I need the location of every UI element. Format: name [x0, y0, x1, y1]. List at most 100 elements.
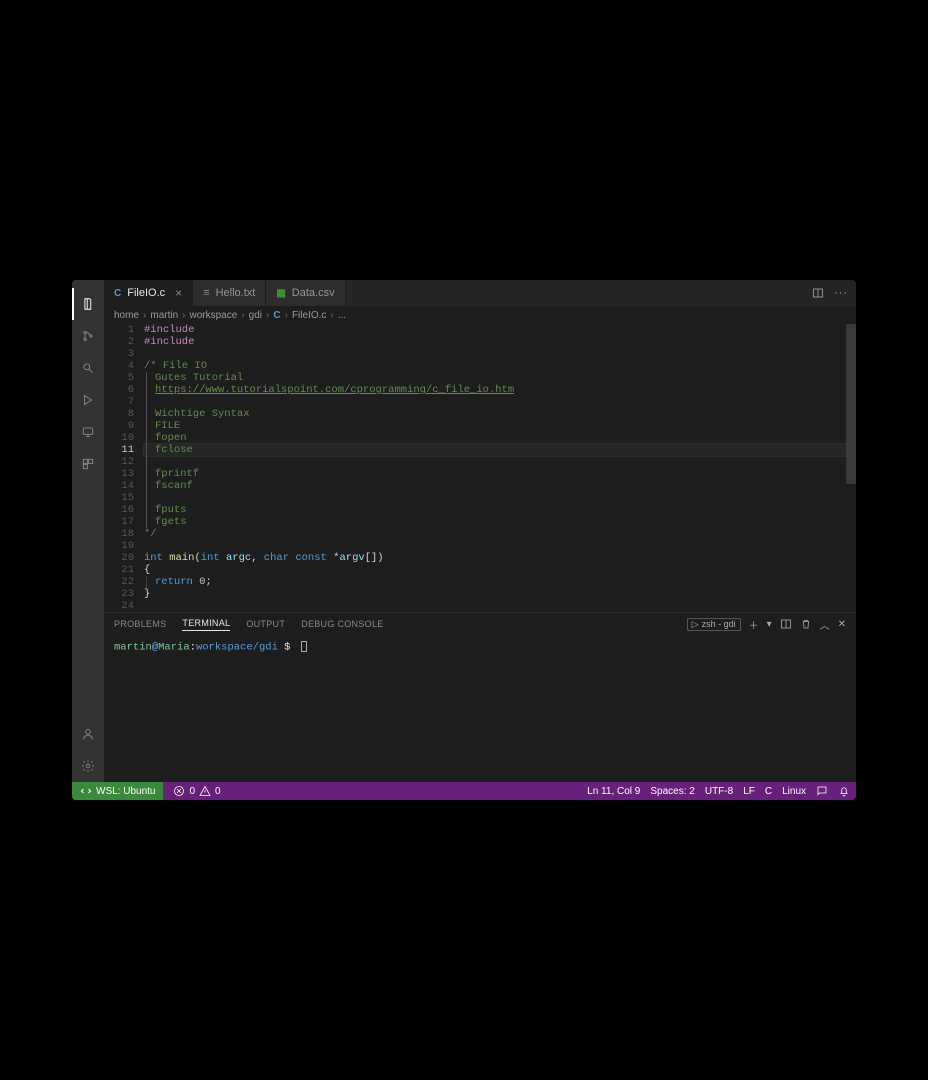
activity-bar: [72, 280, 104, 782]
close-tab-icon[interactable]: ×: [175, 286, 182, 300]
code-line[interactable]: https://www.tutorialspoint.com/cprogramm…: [144, 384, 856, 396]
tab-fileio-c[interactable]: C FileIO.c ×: [104, 280, 193, 306]
breadcrumb-separator: ›: [182, 310, 185, 321]
code-line[interactable]: return 0;: [144, 576, 856, 588]
warning-count: 0: [215, 786, 221, 797]
terminal-dropdown-icon[interactable]: ▾: [767, 619, 772, 630]
remote-explorer-icon[interactable]: [72, 416, 104, 448]
breadcrumb-separator: ›: [143, 310, 146, 321]
indent-status[interactable]: Spaces: 2: [650, 786, 694, 797]
new-terminal-icon[interactable]: ＋: [749, 617, 759, 632]
tab-label: Data.csv: [292, 287, 335, 299]
tab-hello-txt[interactable]: ≡ Hello.txt: [193, 280, 266, 306]
code-line[interactable]: fscanf: [144, 480, 856, 492]
code-line[interactable]: [144, 396, 856, 408]
breadcrumb-segment[interactable]: workspace: [190, 310, 238, 321]
terminal-body[interactable]: martin@Maria:workspace/gdi $: [104, 635, 856, 782]
terminal-cursor: [301, 641, 307, 652]
remote-label: WSL: Ubuntu: [96, 786, 155, 797]
breadcrumb-segment[interactable]: martin: [150, 310, 178, 321]
terminal-shell-select[interactable]: ▷zsh - gdi: [687, 618, 741, 631]
breadcrumb-segment[interactable]: home: [114, 310, 139, 321]
code-line[interactable]: Wichtige Syntax: [144, 408, 856, 420]
maximize-panel-icon[interactable]: ︿: [820, 617, 830, 632]
cursor-position[interactable]: Ln 11, Col 9: [587, 786, 640, 797]
eol-status[interactable]: LF: [743, 786, 755, 797]
code-line[interactable]: Gutes Tutorial: [144, 372, 856, 384]
breadcrumb-segment[interactable]: ...: [338, 310, 346, 321]
split-terminal-icon[interactable]: [780, 618, 792, 630]
main-row: C FileIO.c × ≡ Hello.txt ▦ Data.csv ··· home › m…: [72, 280, 856, 782]
code-line[interactable]: [144, 600, 856, 612]
code-line[interactable]: fgets: [144, 516, 856, 528]
problems-status[interactable]: 0 0: [173, 785, 220, 797]
code-line[interactable]: [144, 348, 856, 360]
code-line[interactable]: fopen: [144, 432, 856, 444]
settings-gear-icon[interactable]: [72, 750, 104, 782]
breadcrumb-separator: ›: [266, 310, 269, 321]
breadcrumb-segment[interactable]: FileIO.c: [292, 310, 326, 321]
code-line[interactable]: fprintf: [144, 468, 856, 480]
notifications-icon[interactable]: [838, 785, 850, 797]
file-c-icon: C: [114, 288, 121, 299]
panel-tabs: PROBLEMS TERMINAL OUTPUT DEBUG CONSOLE ▷zsh…: [104, 613, 856, 635]
tab-data-csv[interactable]: ▦ Data.csv: [266, 280, 345, 306]
extensions-icon[interactable]: [72, 448, 104, 480]
code-line[interactable]: [144, 492, 856, 504]
feedback-icon[interactable]: [816, 785, 828, 797]
remote-indicator[interactable]: WSL: Ubuntu: [72, 782, 163, 800]
run-debug-icon[interactable]: [72, 384, 104, 416]
explorer-icon[interactable]: [72, 288, 104, 320]
code-line[interactable]: [144, 540, 856, 552]
language-status[interactable]: C: [765, 786, 772, 797]
code-line[interactable]: int main(int argc, char const *argv[]): [144, 552, 856, 564]
status-bar: WSL: Ubuntu 0 0 Ln 11, Col 9 Spaces: 2 U…: [72, 782, 856, 800]
kill-terminal-icon[interactable]: [800, 618, 812, 630]
terminal-host: Maria: [158, 641, 190, 653]
bottom-panel: PROBLEMS TERMINAL OUTPUT DEBUG CONSOLE ▷zsh…: [104, 612, 856, 782]
code-line[interactable]: FILE: [144, 420, 856, 432]
code-line[interactable]: fputs: [144, 504, 856, 516]
split-editor-icon[interactable]: [812, 287, 824, 299]
code-line[interactable]: #include: [144, 336, 856, 348]
breadcrumb-separator: ›: [330, 310, 333, 321]
os-status[interactable]: Linux: [782, 786, 806, 797]
code-editor[interactable]: 123456789101112131415161718192021222324 …: [104, 324, 856, 612]
code-line[interactable]: #include: [144, 324, 856, 336]
code-line[interactable]: fclose: [144, 444, 856, 456]
breadcrumb-separator: ›: [241, 310, 244, 321]
source-control-icon[interactable]: [72, 320, 104, 352]
panel-tab-problems[interactable]: PROBLEMS: [114, 619, 166, 629]
code-line[interactable]: {: [144, 564, 856, 576]
file-csv-icon: ▦: [276, 288, 285, 299]
encoding-status[interactable]: UTF-8: [705, 786, 733, 797]
code-line[interactable]: [144, 456, 856, 468]
file-text-icon: ≡: [203, 287, 209, 299]
editor-column: C FileIO.c × ≡ Hello.txt ▦ Data.csv ··· home › m…: [104, 280, 856, 782]
file-c-icon: C: [273, 310, 280, 321]
tabs-row: C FileIO.c × ≡ Hello.txt ▦ Data.csv ···: [104, 280, 856, 306]
breadcrumb[interactable]: home›martin›workspace›gdi›C›FileIO.c›...: [104, 306, 856, 324]
more-actions-icon[interactable]: ···: [834, 287, 848, 299]
panel-tab-output[interactable]: OUTPUT: [246, 619, 285, 629]
accounts-icon[interactable]: [72, 718, 104, 750]
tab-label: FileIO.c: [127, 287, 165, 299]
panel-tab-terminal[interactable]: TERMINAL: [182, 618, 230, 631]
code-area[interactable]: #include #include /* File IOGutes Tutori…: [144, 324, 856, 612]
search-icon[interactable]: [72, 352, 104, 384]
editor-scrollbar[interactable]: [846, 324, 856, 484]
code-line[interactable]: /* File IO: [144, 360, 856, 372]
tab-label: Hello.txt: [216, 287, 256, 299]
terminal-user: martin: [114, 641, 152, 653]
terminal-path: workspace/gdi: [196, 641, 278, 653]
code-line[interactable]: */: [144, 528, 856, 540]
breadcrumb-segment[interactable]: gdi: [249, 310, 262, 321]
vscode-window: C FileIO.c × ≡ Hello.txt ▦ Data.csv ··· home › m…: [72, 280, 856, 800]
close-panel-icon[interactable]: ✕: [838, 619, 846, 630]
editor-actions: ···: [804, 280, 856, 306]
terminal-prompt-symbol: $: [278, 641, 297, 653]
code-line[interactable]: }: [144, 588, 856, 600]
breadcrumb-separator: ›: [285, 310, 288, 321]
line-gutter: 123456789101112131415161718192021222324: [104, 324, 144, 612]
panel-tab-debug-console[interactable]: DEBUG CONSOLE: [301, 619, 383, 629]
